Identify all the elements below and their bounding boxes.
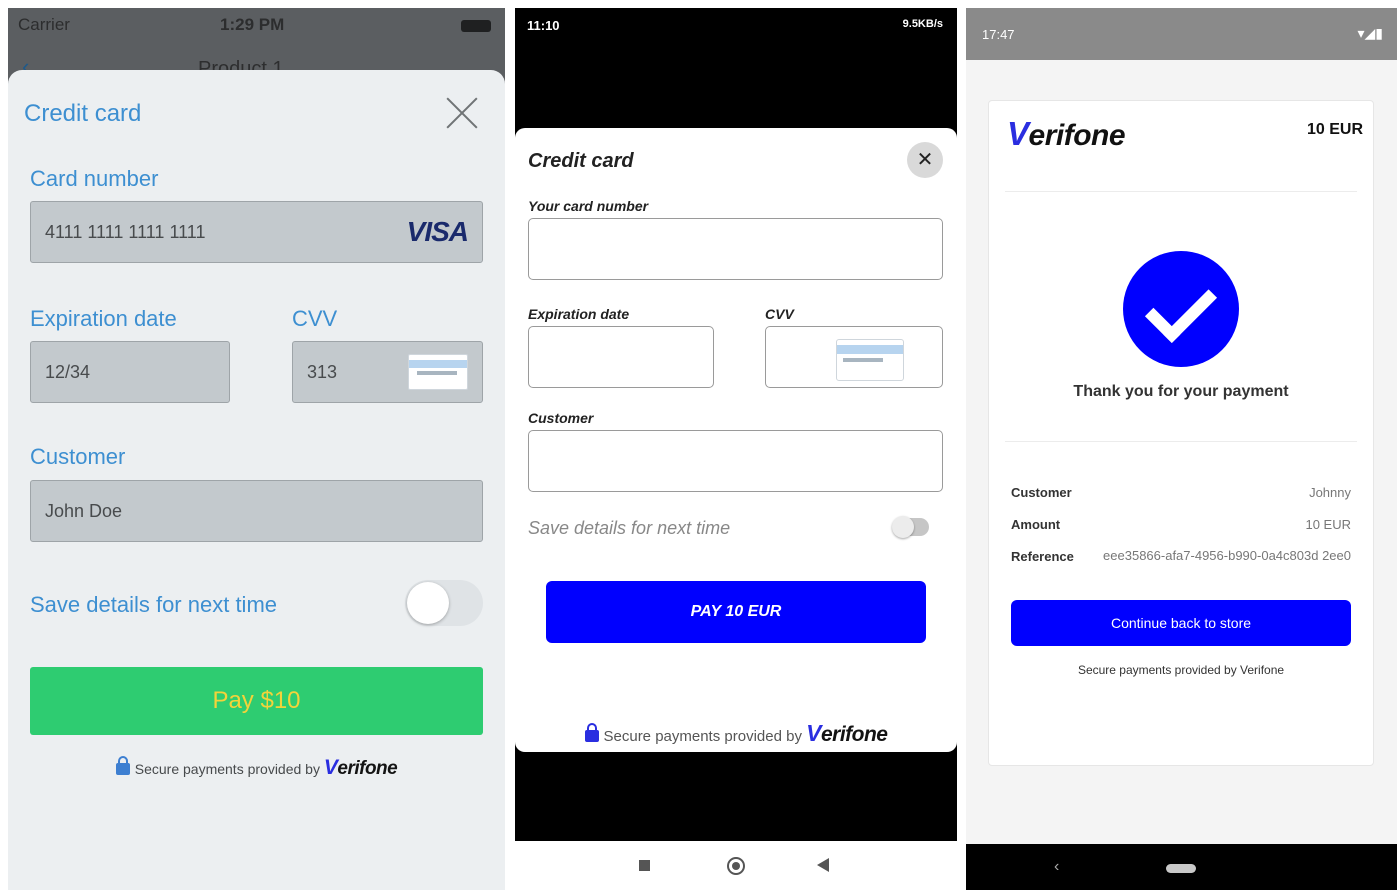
android-nav-bar [515,841,957,890]
continue-to-store-button[interactable]: Continue back to store [1011,600,1351,646]
secure-payments-footer: Secure payments provided by Verifone [8,756,505,780]
divider [1005,441,1357,442]
divider [1005,191,1357,192]
sheet-title: Credit card [528,150,634,172]
close-icon[interactable]: ✕ [907,142,943,178]
save-details-toggle[interactable] [892,516,929,538]
expiration-field[interactable] [528,326,714,388]
customer-field[interactable]: John Doe [30,480,483,542]
cvv-value: 313 [307,362,338,382]
secure-payments-footer: Secure payments provided by Verifone [515,720,957,747]
cvv-label: CVV [765,306,794,322]
toggle-knob [892,516,914,538]
pay-button[interactable]: Pay $10 [30,667,483,735]
lock-icon [115,756,130,775]
toggle-knob [407,582,449,624]
ios-payment-screen: Carrier 1:29 PM ‹ Product 1 Credit card … [8,8,505,890]
visa-logo-icon: VISA [406,216,469,247]
status-time: 11:10 [527,18,560,33]
header-amount: 10 EUR [1306,121,1363,138]
customer-label: Customer [528,410,594,426]
secure-payments-text: Secure payments provided by [134,761,320,777]
credit-card-sheet: Credit card ✕ Your card number Expiratio… [515,128,957,752]
customer-label: Customer [1011,485,1072,500]
ios-status-bar: Carrier 1:29 PM [8,8,505,44]
customer-value: John Doe [45,501,123,521]
card-number-label: Your card number [528,198,649,214]
cvv-field[interactable] [765,326,943,388]
cvv-field[interactable]: 313 [292,341,483,403]
save-details-label: Save details for next time [30,592,278,617]
home-icon[interactable] [727,857,745,875]
customer-label: Customer [30,444,126,469]
recents-icon[interactable] [639,860,650,871]
reference-label: Reference [1011,549,1074,564]
card-number-label: Card number [30,166,159,191]
android-status-bar: 17:47 ▾◢▮ [966,8,1397,60]
signal-battery-icon: ▾◢▮ [1357,25,1384,41]
battery-icon [461,20,491,32]
secure-payments-text: Secure payments provided by [603,728,802,745]
secure-payments-text: Secure payments provided by Verifone [1077,663,1285,677]
customer-field[interactable] [528,430,943,492]
success-check-icon [1123,251,1239,367]
expiration-label: Expiration date [30,306,177,331]
card-number-value: 4111 1111 1111 1111 [45,222,206,242]
amount-value: 10 EUR [1305,517,1351,532]
pay-button[interactable]: PAY 10 EUR [546,581,926,643]
status-time: 1:29 PM [220,15,285,34]
carrier-label: Carrier [18,15,70,34]
amount-label: Amount [1011,517,1061,532]
card-number-field[interactable] [528,218,943,280]
back-icon[interactable]: ‹ [1054,858,1059,876]
lock-icon [584,723,599,742]
back-icon[interactable] [817,858,829,872]
credit-card-sheet: Credit card Card number 4111 1111 1111 1… [8,70,505,890]
android-status-bar: 11:10 9.5KB/s [515,8,957,42]
status-time: 17:47 [982,27,1015,42]
expiration-field[interactable]: 12/34 [30,341,230,403]
save-details-label: Save details for next time [528,518,731,538]
customer-value: Johnny [1309,485,1351,500]
sheet-title: Credit card [24,100,142,127]
verifone-logo: Verifone [806,720,888,746]
network-speed: 9.5KB/s [902,18,943,30]
customer-row: Customer Johnny [1011,485,1351,500]
save-details-toggle[interactable] [405,580,483,626]
expiration-label: Expiration date [528,306,630,322]
thank-you-message: Thank you for your payment [1073,383,1289,400]
expiration-value: 12/34 [45,362,91,382]
verifone-logo: Verifone [1007,115,1126,152]
payment-success-screen: 17:47 ▾◢▮ Verifone 10 EUR Thank you for … [966,8,1397,890]
reference-value: eee35866-afa7-4956-b990-0a4c803d 2ee0 [1103,548,1351,563]
android-nav-bar: ‹ [966,844,1397,890]
cvv-label: CVV [292,306,338,331]
receipt-card: Verifone 10 EUR Thank you for your payme… [988,100,1374,766]
home-pill-icon[interactable] [1166,864,1196,873]
verifone-logo: Verifone [323,756,398,779]
card-number-field[interactable]: 4111 1111 1111 1111 VISA [30,201,483,263]
cvv-card-icon [836,339,904,381]
amount-row: Amount 10 EUR [1011,517,1351,532]
cvv-card-icon [408,354,468,390]
close-icon[interactable] [445,96,479,130]
android-payment-screen: 11:10 9.5KB/s Credit card ✕ Your card nu… [515,8,957,890]
